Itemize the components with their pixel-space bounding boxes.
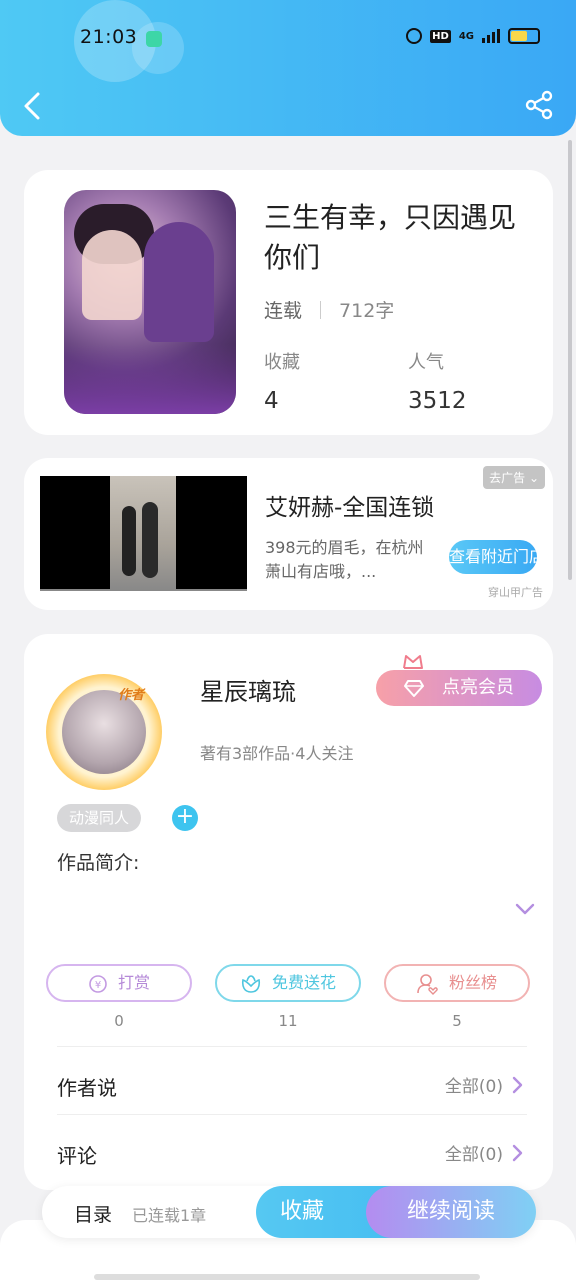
diamond-icon (404, 680, 424, 697)
toc-button[interactable]: 目录 (74, 1200, 112, 1227)
continue-reading-button[interactable]: 继续阅读 (366, 1186, 536, 1238)
battery-icon (508, 28, 540, 44)
signal-icon (482, 29, 500, 43)
author-says-label: 作者说 (57, 1076, 117, 1100)
favorites-label: 收藏 (264, 352, 300, 373)
popularity-value: 3512 (408, 388, 467, 414)
tip-button[interactable]: ¥ 打赏 (46, 964, 192, 1002)
gesture-bar[interactable] (94, 1274, 480, 1280)
remove-ad-button[interactable]: 去广告 ⌄ (483, 466, 545, 489)
book-info-card: 三生有幸，只因遇见你们 连载 712字 收藏 4 人气 3512 (24, 170, 553, 435)
ad-description: 398元的眉毛，在杭州萧山有店哦，... (265, 538, 424, 581)
flower-count: 11 (278, 1012, 298, 1030)
tip-count: 0 (114, 1012, 124, 1030)
chevron-down-icon[interactable] (514, 902, 536, 916)
alarm-icon (406, 28, 423, 44)
genre-tag[interactable]: 动漫同人 (57, 804, 142, 832)
book-status: 连载 (264, 300, 303, 322)
word-count: 712字 (339, 300, 395, 322)
favorites-stat: 收藏 4 (264, 348, 300, 414)
chevron-right-icon (512, 1144, 523, 1161)
decor-bubble (132, 22, 184, 74)
chevron-right-icon (512, 1076, 523, 1093)
ad-card[interactable]: 艾妍赫-全国连锁 398元的眉毛，在杭州萧山有店哦，... 去广告 ⌄ 查看附近… (24, 458, 553, 610)
network-label: 4G (458, 30, 474, 42)
vip-button-label: 点亮会员 (442, 677, 514, 698)
ad-cta-button[interactable]: 查看附近门店 (449, 540, 537, 574)
book-title: 三生有幸，只因遇见你们 (264, 201, 517, 274)
favorites-value: 4 (264, 388, 279, 414)
fan-rank-button[interactable]: 粉丝榜 (384, 964, 530, 1002)
comments-label: 评论 (57, 1144, 97, 1168)
svg-text:¥: ¥ (95, 980, 101, 991)
back-icon[interactable] (18, 90, 46, 122)
tip-label: 打赏 (117, 973, 150, 992)
notification-icon (146, 31, 162, 47)
hd-icon: HD (430, 29, 451, 43)
author-card: 作者 星辰璃琉 著有3部作品·4人关注 点亮会员 动漫同人 + 作品简介: ¥ … (24, 634, 553, 1190)
comments-link[interactable]: 全部(0) (445, 1140, 523, 1165)
coin-icon: ¥ (89, 974, 107, 993)
popularity-label: 人气 (408, 352, 444, 373)
fan-count: 5 (452, 1012, 462, 1030)
divider (57, 1114, 527, 1115)
header: 21:03 HD 4G (0, 0, 576, 136)
book-cover[interactable] (64, 190, 236, 414)
ad-title: 艾妍赫-全国连锁 (265, 495, 435, 521)
author-name[interactable]: 星辰璃琉 (200, 672, 296, 707)
popularity-stat: 人气 3512 (408, 348, 467, 414)
flower-icon (241, 974, 261, 993)
author-says-all: 全部(0) (444, 1077, 503, 1097)
user-heart-icon (417, 973, 438, 995)
comments-all: 全部(0) (444, 1145, 503, 1165)
ad-video[interactable] (40, 476, 247, 591)
meta-divider (320, 300, 322, 319)
chapter-count: 已连载1章 (132, 1206, 207, 1225)
author-works: 著有3部作品·4人关注 (200, 744, 354, 763)
share-icon[interactable] (524, 90, 554, 120)
scrollbar[interactable] (568, 140, 572, 580)
status-time: 21:03 (80, 26, 138, 48)
bottom-action-bar: 目录 已连载1章 收藏 继续阅读 (42, 1186, 536, 1238)
ad-source: 穿山甲广告 (488, 586, 543, 599)
intro-label: 作品简介: (57, 852, 140, 874)
send-flower-label: 免费送花 (271, 973, 336, 992)
author-says-link[interactable]: 全部(0) (445, 1072, 523, 1097)
avatar[interactable]: 作者 (46, 674, 162, 790)
send-flower-button[interactable]: 免费送花 (215, 964, 361, 1002)
fan-rank-label: 粉丝榜 (448, 973, 497, 992)
vip-button[interactable]: 点亮会员 (376, 670, 542, 706)
crown-icon (403, 655, 423, 669)
divider (57, 1046, 527, 1047)
author-badge: 作者 (118, 688, 145, 703)
add-tag-button[interactable]: + (172, 805, 198, 831)
book-meta: 连载 712字 (264, 296, 394, 323)
status-icons: HD 4G (406, 28, 540, 44)
